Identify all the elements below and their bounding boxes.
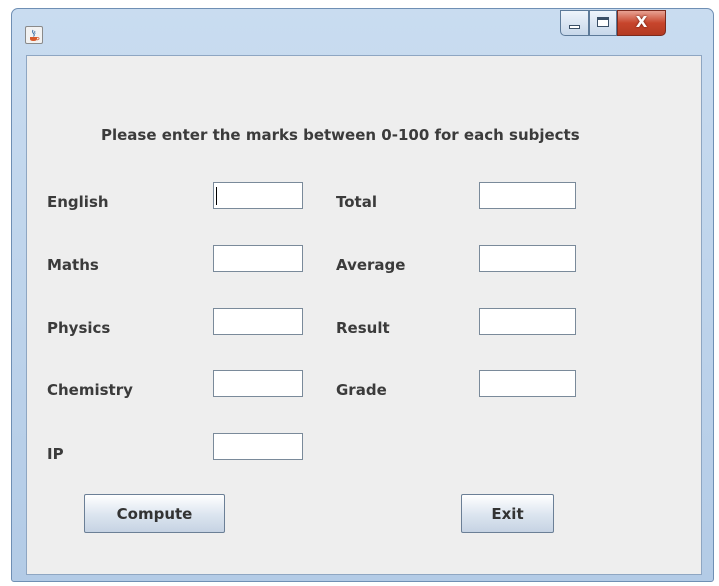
maximize-icon [597,17,609,27]
compute-button[interactable]: Compute [84,494,225,533]
label-physics: Physics [47,319,111,337]
close-icon: X [635,13,648,31]
label-total: Total [336,193,377,211]
minimize-icon [569,25,580,29]
grade-field[interactable] [479,370,576,397]
close-button[interactable]: X [617,10,666,36]
minimize-button[interactable] [560,10,589,36]
label-result: Result [336,319,390,337]
label-average: Average [336,256,406,274]
result-field[interactable] [479,308,576,335]
instruction-text: Please enter the marks between 0-100 for… [101,126,580,144]
java-cup-icon[interactable] [25,26,43,44]
label-english: English [47,193,109,211]
maximize-button[interactable] [589,10,617,36]
total-field[interactable] [479,182,576,209]
label-maths: Maths [47,256,99,274]
label-ip: IP [47,445,64,463]
text-caret [216,187,217,205]
physics-field[interactable] [213,308,303,335]
chemistry-field[interactable] [213,370,303,397]
label-chemistry: Chemistry [47,381,133,399]
english-field[interactable] [213,182,303,209]
app-window: X Please enter the marks between 0-100 f… [11,8,714,582]
label-grade: Grade [336,381,387,399]
content-panel: Please enter the marks between 0-100 for… [26,55,702,575]
ip-field[interactable] [213,433,303,460]
exit-button[interactable]: Exit [461,494,554,533]
average-field[interactable] [479,245,576,272]
title-bar[interactable]: X [12,9,713,55]
maths-field[interactable] [213,245,303,272]
